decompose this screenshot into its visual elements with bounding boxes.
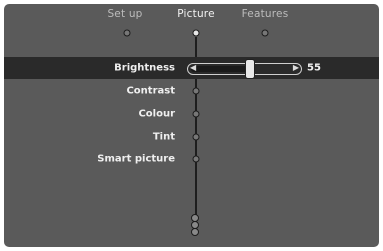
scroll-down-indicator xyxy=(191,214,201,244)
menu-item-tint[interactable]: Tint xyxy=(153,132,175,143)
brightness-slider[interactable]: ◀ ▶ xyxy=(187,59,302,79)
brightness-slider-fill xyxy=(191,66,250,72)
tab-picture[interactable]: Picture xyxy=(177,8,215,20)
brightness-slider-thumb[interactable] xyxy=(244,59,255,79)
menu-item-brightness[interactable]: Brightness xyxy=(114,63,175,74)
menu-item-contrast-dot[interactable] xyxy=(192,87,200,95)
tv-menu-screen: Set up Picture Features Brightness Contr… xyxy=(4,4,379,247)
menu-item-tint-dot[interactable] xyxy=(192,133,200,141)
slider-right-arrow-icon[interactable]: ▶ xyxy=(293,63,299,72)
slider-left-arrow-icon[interactable]: ◀ xyxy=(190,63,196,72)
menu-item-contrast[interactable]: Contrast xyxy=(126,86,175,97)
tab-features-dot[interactable] xyxy=(261,29,269,37)
tab-setup-dot[interactable] xyxy=(123,29,131,37)
menu-item-colour[interactable]: Colour xyxy=(138,109,175,120)
tab-setup[interactable]: Set up xyxy=(107,8,142,20)
menu-item-colour-dot[interactable] xyxy=(192,110,200,118)
menu-item-smart-picture-dot[interactable] xyxy=(192,155,200,163)
tab-features[interactable]: Features xyxy=(242,8,289,20)
tab-picture-dot[interactable] xyxy=(192,29,200,37)
brightness-value: 55 xyxy=(307,62,321,74)
menu-item-smart-picture[interactable]: Smart picture xyxy=(97,154,175,165)
